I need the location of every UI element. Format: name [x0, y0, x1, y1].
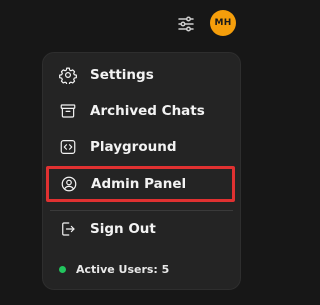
menu-item-label: Archived Chats — [90, 103, 205, 119]
gear-icon — [59, 66, 77, 84]
avatar[interactable]: MH — [210, 10, 236, 36]
menu-item-archived-chats[interactable]: Archived Chats — [50, 94, 233, 128]
menu-item-label: Sign Out — [90, 221, 156, 237]
menu-item-label: Settings — [90, 67, 154, 83]
sliders-icon[interactable] — [176, 14, 196, 34]
menu-divider — [50, 210, 233, 211]
sign-out-icon — [59, 220, 77, 238]
menu-item-settings[interactable]: Settings — [50, 58, 233, 92]
menu-item-label: Playground — [90, 139, 177, 155]
menu-item-label: Admin Panel — [91, 176, 187, 192]
user-dropdown-menu: Settings Archived Chats Playground Admin… — [42, 52, 241, 290]
menu-item-admin-panel[interactable]: Admin Panel — [46, 166, 235, 202]
topbar-controls: MH — [176, 10, 236, 38]
code-icon — [59, 138, 77, 156]
active-users-label: Active Users: 5 — [76, 262, 170, 276]
online-status-dot — [59, 265, 66, 273]
user-circle-icon — [60, 175, 78, 193]
archive-box-icon — [59, 102, 77, 120]
app-root: MH Settings Archived Chats Playground Ad… — [0, 0, 247, 305]
active-users-status: Active Users: 5 — [59, 259, 169, 279]
menu-item-playground[interactable]: Playground — [50, 130, 233, 164]
menu-item-sign-out[interactable]: Sign Out — [50, 212, 233, 246]
